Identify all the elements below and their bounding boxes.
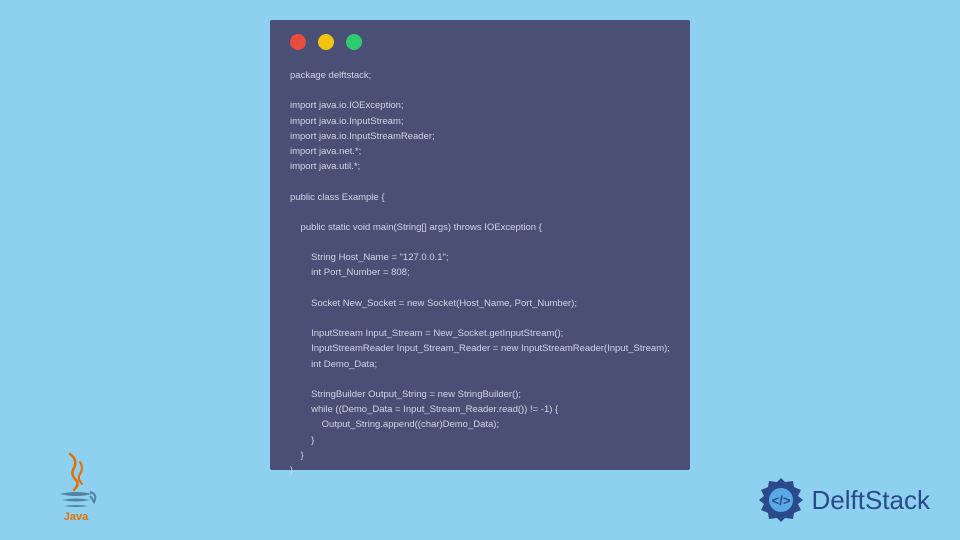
code-content: package delftstack; import java.io.IOExc… (290, 68, 670, 478)
minimize-icon (318, 34, 334, 50)
maximize-icon (346, 34, 362, 50)
java-logo: Java (50, 452, 102, 522)
java-label-text: Java (64, 511, 89, 522)
delftstack-logo: </> DelftStack (756, 475, 931, 525)
gear-icon: </> (756, 475, 806, 525)
delftstack-label: DelftStack (812, 485, 931, 516)
code-window: package delftstack; import java.io.IOExc… (270, 20, 690, 470)
svg-text:</>: </> (771, 493, 790, 508)
close-icon (290, 34, 306, 50)
window-controls (290, 34, 670, 50)
